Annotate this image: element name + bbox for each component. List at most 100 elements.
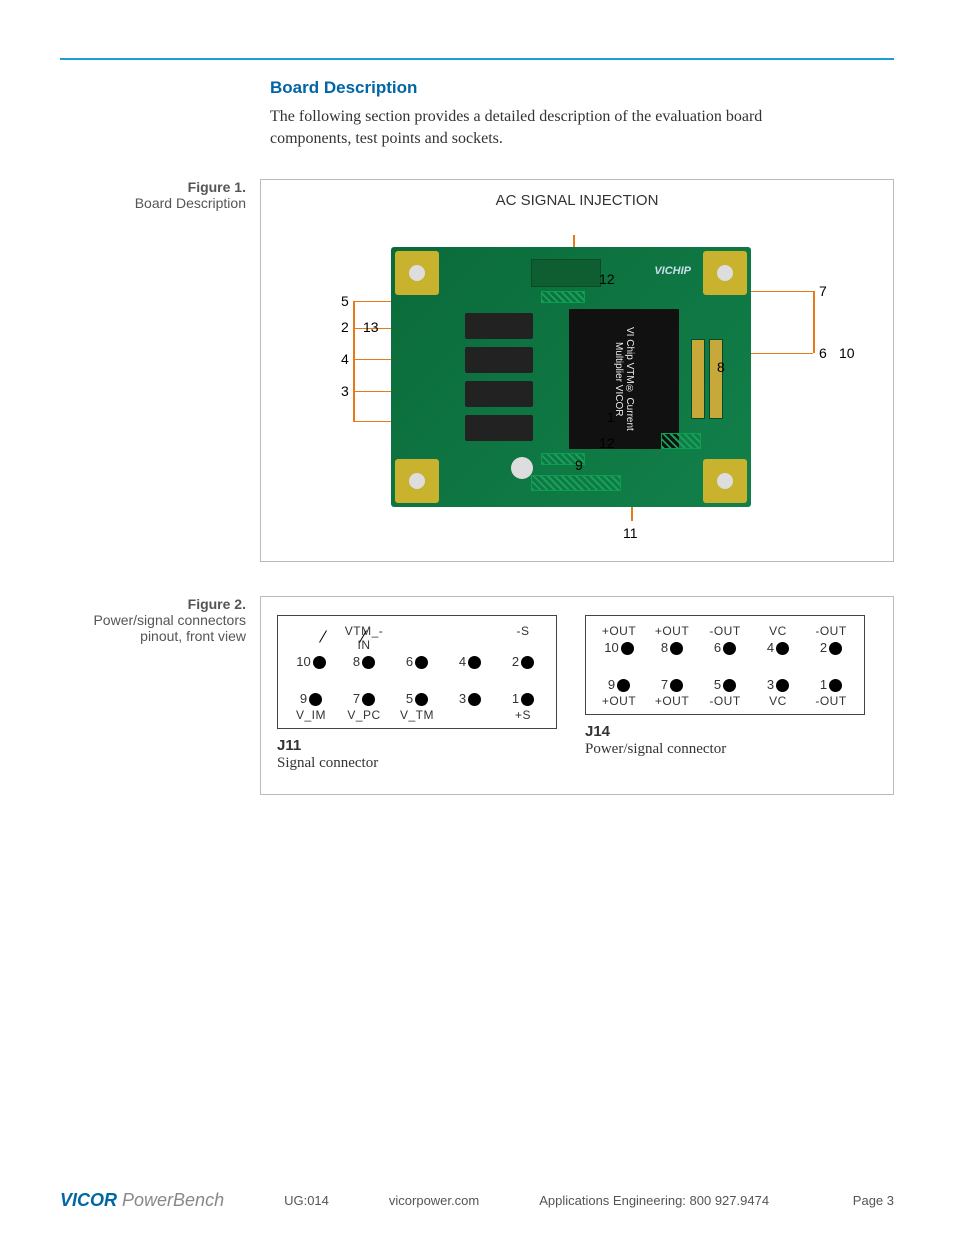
j14-toplabel-1: +OUT bbox=[649, 624, 695, 638]
figure2-box: VTM_-IN -S 10 8 6 4 2 bbox=[260, 596, 894, 795]
j14-pin-1: 1 bbox=[808, 677, 854, 692]
mounting-pad-icon bbox=[703, 251, 747, 295]
j14-pin-2: 2 bbox=[808, 640, 854, 655]
j14-pin-3: 3 bbox=[755, 677, 801, 692]
j11-pin-6: 6 bbox=[394, 654, 440, 669]
j11-toplabel-1: VTM_-IN bbox=[341, 624, 387, 652]
j14-toplabel-2: -OUT bbox=[702, 624, 748, 638]
callout-2: 2 bbox=[341, 319, 349, 335]
board-illustration: VI Chip VTM® Current Multiplier VICOR VI… bbox=[273, 213, 859, 549]
mounting-pad-icon bbox=[395, 251, 439, 295]
callout-5: 5 bbox=[341, 293, 349, 309]
j14-group: +OUT +OUT -OUT VC -OUT 10 8 6 4 bbox=[585, 615, 865, 772]
j11-toplabel-4: -S bbox=[500, 624, 546, 652]
capacitor-icon bbox=[511, 457, 533, 479]
j14-name: J14 bbox=[585, 723, 610, 740]
callout-12b: 12 bbox=[599, 435, 615, 451]
j14-toplabel-0: +OUT bbox=[596, 624, 642, 638]
pcb-board: VI Chip VTM® Current Multiplier VICOR VI… bbox=[391, 247, 751, 507]
j11-pin-9: 9 bbox=[288, 691, 334, 706]
j11-botlabel-1: V_PC bbox=[341, 708, 387, 722]
figure1-row: Figure 1. Board Description AC SIGNAL IN… bbox=[60, 179, 894, 562]
j11-toplabel-2 bbox=[394, 624, 440, 652]
j11-botlabel-2: V_TM bbox=[394, 708, 440, 722]
figure1-label: Figure 1. Board Description bbox=[60, 179, 260, 211]
j14-botlabel-0: +OUT bbox=[596, 694, 642, 708]
j11-name: J11 bbox=[277, 737, 301, 754]
j11-pin-4: 4 bbox=[447, 654, 493, 669]
vicor-logo: VICOR PowerBench bbox=[60, 1190, 224, 1211]
j14-pin-9: 9 bbox=[596, 677, 642, 692]
logo-sub: PowerBench bbox=[117, 1190, 224, 1210]
callout-12: 12 bbox=[599, 271, 615, 287]
hatch-area-icon bbox=[541, 291, 585, 303]
j14-botlabel-4: -OUT bbox=[808, 694, 854, 708]
callout-10: 10 bbox=[839, 345, 855, 361]
connector-icon bbox=[465, 313, 533, 339]
j14-pin-8: 8 bbox=[649, 640, 695, 655]
section-title: Board Description bbox=[270, 78, 894, 98]
j11-pin-7: 7 bbox=[341, 691, 387, 706]
output-header-icon bbox=[691, 339, 705, 419]
header-rule bbox=[60, 58, 894, 60]
callout-6: 6 bbox=[819, 345, 827, 361]
figure1-number: Figure 1. bbox=[60, 179, 246, 195]
callout-8: 8 bbox=[717, 359, 725, 375]
ac-signal-injection-label: AC SIGNAL INJECTION bbox=[273, 192, 881, 209]
callout-13: 13 bbox=[363, 319, 379, 335]
callout-3: 3 bbox=[341, 383, 349, 399]
header-top-icon bbox=[531, 259, 601, 287]
callout-11: 11 bbox=[623, 525, 638, 541]
j11-pin-3: 3 bbox=[447, 691, 493, 706]
footer-contact: Applications Engineering: 800 927.9474 bbox=[539, 1193, 769, 1208]
j11-botlabel-3 bbox=[447, 708, 493, 722]
j14-pin-10: 10 bbox=[596, 640, 642, 655]
connector-icon bbox=[465, 415, 533, 441]
j14-pin-4: 4 bbox=[755, 640, 801, 655]
j11-botlabel-0: V_IM bbox=[288, 708, 334, 722]
j14-toplabel-4: -OUT bbox=[808, 624, 854, 638]
vtm-chip: VI Chip VTM® Current Multiplier VICOR bbox=[569, 309, 679, 449]
callout-7: 7 bbox=[819, 283, 827, 299]
j11-group: VTM_-IN -S 10 8 6 4 2 bbox=[277, 615, 557, 772]
callout-4: 4 bbox=[341, 351, 349, 367]
mounting-pad-icon bbox=[703, 459, 747, 503]
figure2-number: Figure 2. bbox=[60, 596, 246, 612]
callout-1: 1 bbox=[607, 409, 615, 425]
footer-doc-id: UG:014 bbox=[284, 1193, 329, 1208]
footer-page: Page 3 bbox=[853, 1193, 894, 1208]
j11-pin-2: 2 bbox=[500, 654, 546, 669]
j14-desc: Power/signal connector bbox=[585, 741, 726, 757]
j14-caption: J14 Power/signal connector bbox=[585, 723, 865, 758]
j14-botlabel-1: +OUT bbox=[649, 694, 695, 708]
figure1-desc: Board Description bbox=[60, 195, 246, 211]
j14-botlabel-2: -OUT bbox=[702, 694, 748, 708]
j11-pin-10: 10 bbox=[288, 654, 334, 669]
figure2-row: Figure 2. Power/signal connectors pinout… bbox=[60, 596, 894, 795]
logo-main: VICOR bbox=[60, 1190, 117, 1210]
output-header-icon bbox=[709, 339, 723, 419]
hatch-area-icon bbox=[531, 475, 621, 491]
figure1-box: AC SIGNAL INJECTION bbox=[260, 179, 894, 562]
j14-botlabel-3: VC bbox=[755, 694, 801, 708]
figure2-desc: Power/signal connectors pinout, front vi… bbox=[60, 612, 246, 644]
j11-toplabel-0 bbox=[288, 624, 334, 652]
connector-icon bbox=[465, 347, 533, 373]
j14-pin-7: 7 bbox=[649, 677, 695, 692]
j14-pinbox: +OUT +OUT -OUT VC -OUT 10 8 6 4 bbox=[585, 615, 865, 715]
j11-pin-5: 5 bbox=[394, 691, 440, 706]
j14-pin-5: 5 bbox=[702, 677, 748, 692]
connector-icon bbox=[465, 381, 533, 407]
j11-caption: J11 Signal connector bbox=[277, 737, 557, 772]
j14-pin-6: 6 bbox=[702, 640, 748, 655]
j11-pinbox: VTM_-IN -S 10 8 6 4 2 bbox=[277, 615, 557, 729]
j11-botlabel-4: +S bbox=[500, 708, 546, 722]
j11-pin-1: 1 bbox=[500, 691, 546, 706]
hatch-area-icon bbox=[661, 433, 701, 449]
intro-paragraph: The following section provides a detaile… bbox=[270, 106, 830, 151]
page-footer: VICOR PowerBench UG:014 vicorpower.com A… bbox=[0, 1190, 954, 1211]
j14-toplabel-3: VC bbox=[755, 624, 801, 638]
footer-site: vicorpower.com bbox=[389, 1193, 479, 1208]
vichip-brand: VICHIP bbox=[654, 265, 691, 277]
callout-9: 9 bbox=[575, 457, 583, 473]
